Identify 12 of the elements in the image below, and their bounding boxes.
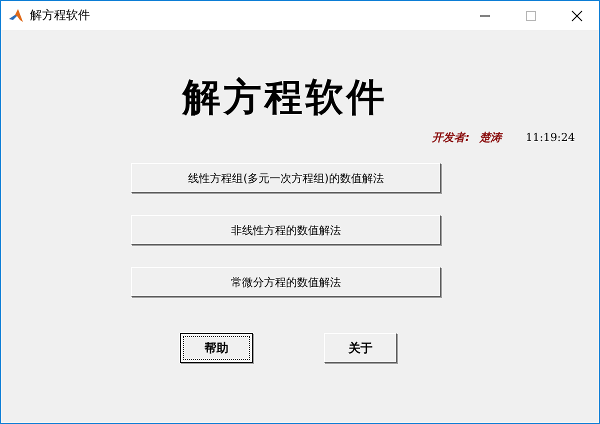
method-button[interactable]: 非线性方程的数值解法 — [131, 215, 441, 245]
method-button[interactable]: 常微分方程的数值解法 — [131, 267, 441, 297]
method-button[interactable]: 线性方程组(多元一次方程组)的数值解法 — [131, 163, 441, 193]
app-heading: 解方程软件 — [180, 74, 388, 121]
close-icon[interactable] — [571, 10, 583, 22]
app-logo-icon — [8, 8, 24, 24]
developer-name: 楚涛 — [480, 130, 502, 145]
footer-button[interactable]: 帮助 — [180, 333, 253, 363]
window-title: 解方程软件 — [30, 7, 90, 24]
footer-button[interactable]: 关于 — [324, 333, 397, 363]
developer-label: 开发者: — [432, 130, 470, 145]
clock-text: 11:19:24 — [526, 131, 575, 144]
